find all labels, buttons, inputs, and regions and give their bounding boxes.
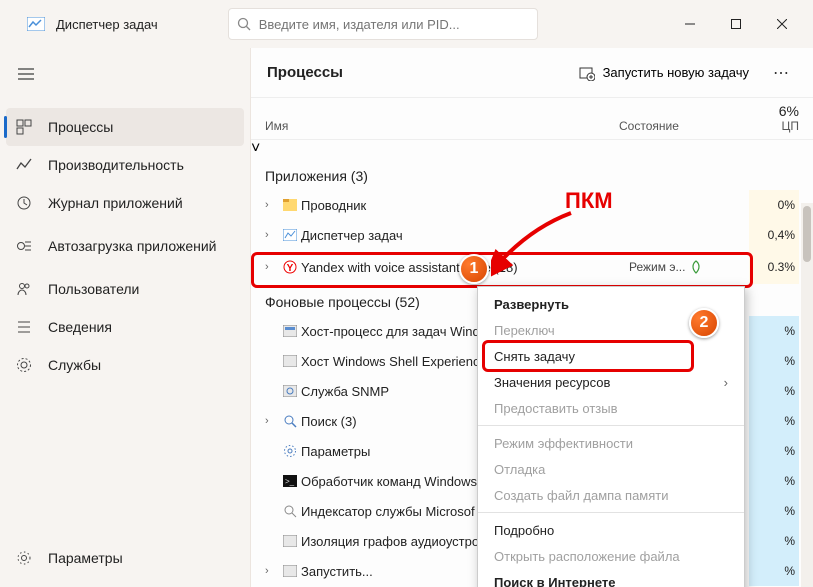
annotation-arrow-icon (491, 208, 581, 278)
content-pane: Процессы Запустить новую задачу ⋯ Имя Со… (250, 48, 813, 587)
svg-text:>_: >_ (285, 477, 295, 486)
nav-startup[interactable]: Автозагрузка приложений (0, 222, 250, 270)
process-cpu-hidden: % (749, 376, 799, 406)
process-cpu-hidden: % (749, 556, 799, 586)
nav-label: Журнал приложений (48, 195, 183, 211)
menu-efficiency: Режим эффективности (478, 430, 744, 456)
nav-label: Сведения (48, 319, 112, 335)
nav-users[interactable]: Пользователи (0, 270, 250, 308)
search-app-icon (279, 414, 301, 428)
window-title: Диспетчер задач (56, 17, 158, 32)
process-cpu-hidden: % (749, 346, 799, 376)
search-input[interactable] (259, 17, 529, 32)
startup-icon (14, 238, 34, 254)
nav-details[interactable]: Сведения (0, 308, 250, 346)
window-controls (667, 8, 805, 40)
maximize-button[interactable] (713, 8, 759, 40)
menu-location: Открыть расположение файла (478, 543, 744, 569)
performance-icon (14, 157, 34, 173)
audio-icon (279, 535, 301, 547)
content-header: Процессы Запустить новую задачу ⋯ (251, 48, 813, 98)
history-icon (14, 195, 34, 211)
col-name[interactable]: Имя (265, 119, 288, 133)
column-headers[interactable]: Имя Состояние 6% ЦП (251, 98, 813, 140)
expand-icon[interactable]: › (265, 415, 279, 427)
expand-icon[interactable]: › (265, 565, 279, 577)
process-cpu-hidden: % (749, 436, 799, 466)
annotation-badge-1: 1 (459, 254, 489, 284)
menu-details[interactable]: Подробно (478, 517, 744, 543)
nav-settings[interactable]: Параметры (0, 539, 250, 577)
col-status[interactable]: Состояние (619, 119, 679, 133)
nav-label: Процессы (48, 119, 113, 135)
services-icon (14, 357, 34, 373)
settings-app-icon (279, 444, 301, 458)
generic-app-icon (279, 355, 301, 367)
nav-processes[interactable]: Процессы (6, 108, 244, 146)
annotation-badge-2: 2 (689, 308, 719, 338)
menu-end-task[interactable]: Снять задачу (478, 343, 744, 369)
nav-label: Автозагрузка приложений (48, 238, 217, 255)
minimize-button[interactable] (667, 8, 713, 40)
nav-label: Производительность (48, 157, 184, 173)
cmd-icon: >_ (279, 475, 301, 487)
nav-label: Параметры (48, 550, 123, 566)
process-cpu-hidden: % (749, 316, 799, 346)
yandex-icon: Y (279, 260, 301, 274)
users-icon (14, 281, 34, 297)
new-task-label: Запустить новую задачу (603, 65, 749, 80)
sort-indicator-icon: ˅ (251, 140, 813, 158)
process-cpu-hidden: % (749, 466, 799, 496)
nav-services[interactable]: Службы (0, 346, 250, 384)
taskmgr-icon (279, 229, 301, 241)
nav-label: Службы (48, 357, 101, 373)
run-new-task-button[interactable]: Запустить новую задачу (569, 59, 759, 87)
search-icon (237, 17, 251, 31)
new-task-icon (579, 65, 595, 81)
processes-icon (14, 119, 34, 135)
menu-dump: Создать файл дампа памяти (478, 482, 744, 508)
menu-search-web[interactable]: Поиск в Интернете (478, 569, 744, 587)
svg-text:Y: Y (287, 263, 294, 274)
process-cpu-hidden: % (749, 406, 799, 436)
process-list: Приложения (3) › Проводник 0% › Диспетче… (251, 158, 813, 587)
indexer-icon (279, 504, 301, 518)
process-status: Режим э... (629, 260, 749, 274)
page-title: Процессы (267, 64, 343, 81)
more-button[interactable]: ⋯ (765, 59, 797, 87)
gear-icon (14, 550, 34, 566)
explorer-icon (279, 199, 301, 211)
annotation-pkm-label: ПКМ (565, 188, 613, 214)
app-icon (22, 14, 50, 34)
generic-app-icon (279, 565, 301, 577)
close-button[interactable] (759, 8, 805, 40)
process-cpu: 0.3% (749, 250, 799, 284)
sidebar: Процессы Производительность Журнал прило… (0, 48, 250, 587)
process-cpu: 0% (749, 190, 799, 220)
process-cpu-hidden: % (749, 496, 799, 526)
col-cpu[interactable]: 6% ЦП (749, 103, 799, 133)
service-icon (279, 385, 301, 397)
process-cpu: 0,4% (749, 220, 799, 250)
generic-app-icon (279, 325, 301, 337)
expand-icon[interactable]: › (265, 261, 279, 273)
expand-icon[interactable]: › (265, 199, 279, 211)
expand-icon[interactable]: › (265, 229, 279, 241)
hamburger-button[interactable] (0, 54, 250, 94)
nav-performance[interactable]: Производительность (0, 146, 250, 184)
nav-app-history[interactable]: Журнал приложений (0, 184, 250, 222)
group-apps: Приложения (3) (251, 158, 813, 190)
menu-feedback: Предоставить отзыв (478, 395, 744, 421)
details-icon (14, 319, 34, 335)
nav-label: Пользователи (48, 281, 139, 297)
search-box[interactable] (228, 8, 538, 40)
menu-resources[interactable]: Значения ресурсов› (478, 369, 744, 395)
title-bar: Диспетчер задач (0, 0, 813, 48)
menu-debug: Отладка (478, 456, 744, 482)
process-cpu-hidden: % (749, 526, 799, 556)
efficiency-icon (689, 260, 703, 274)
chevron-right-icon: › (724, 375, 728, 390)
